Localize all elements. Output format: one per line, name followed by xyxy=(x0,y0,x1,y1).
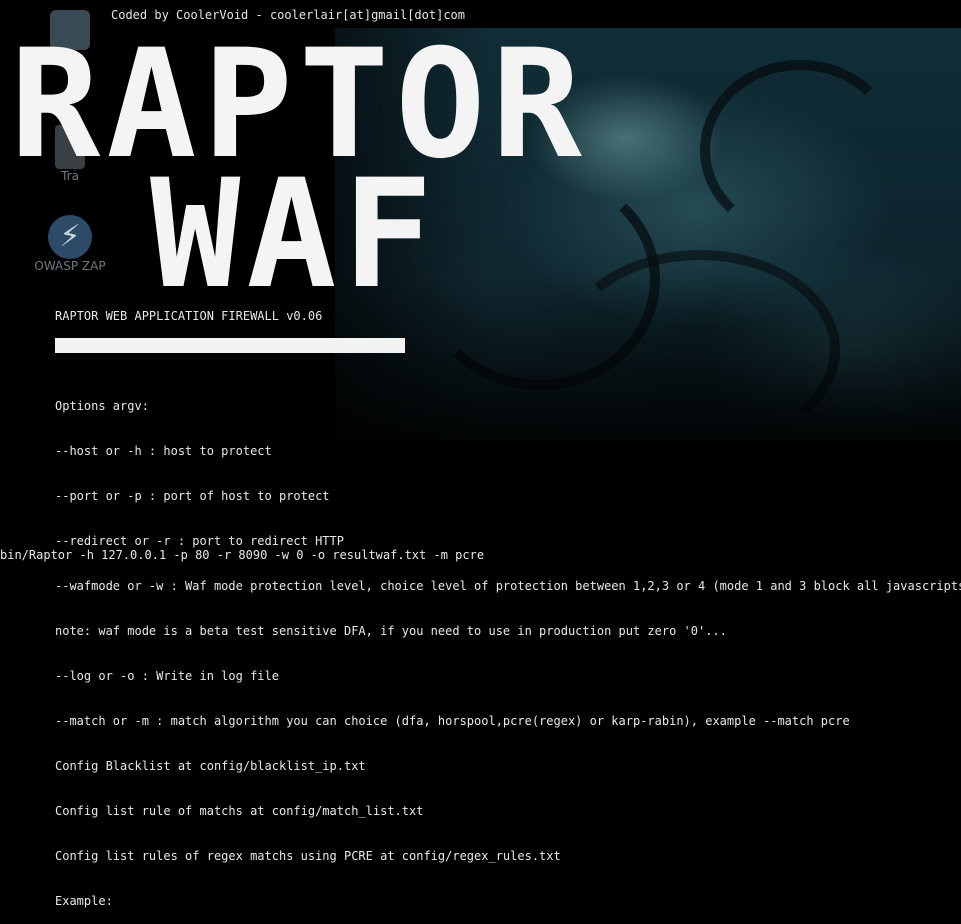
separator-bar xyxy=(55,338,405,353)
terminal-line: --port or -p : port of host to protect xyxy=(55,489,330,503)
terminal-line: --match or -m : match algorithm you can … xyxy=(55,714,850,728)
terminal-line: --redirect or -r : port to redirect HTTP xyxy=(55,534,344,548)
terminal-line: Config Blacklist at config/blacklist_ip.… xyxy=(55,759,366,773)
terminal-line: --host or -h : host to protect xyxy=(55,444,272,458)
terminal-line: note: waf mode is a beta test sensitive … xyxy=(55,624,727,638)
terminal-line: --log or -o : Write in log file xyxy=(55,669,279,683)
owasp-zap-icon: ⚡ xyxy=(48,215,92,259)
terminal-output: Options argv: --host or -h : host to pro… xyxy=(55,369,961,924)
terminal-line: Example: xyxy=(55,894,113,908)
app-subtitle: RAPTOR WEB APPLICATION FIREWALL v0.06 xyxy=(55,309,323,323)
terminal-line: Config list rules of regex matchs using … xyxy=(55,849,561,863)
example-command: bin/Raptor -h 127.0.0.1 -p 80 -r 8090 -w… xyxy=(0,548,485,562)
desktop-icon-label: OWASP ZAP xyxy=(34,259,106,273)
desktop-icon-owasp-zap[interactable]: ⚡ OWASP ZAP xyxy=(30,215,110,273)
terminal-line: --wafmode or -w : Waf mode protection le… xyxy=(55,579,961,593)
ascii-banner-waf: WAF xyxy=(150,148,439,322)
terminal-line: Config list rule of matchs at config/mat… xyxy=(55,804,424,818)
terminal-line: Options argv: xyxy=(55,399,149,413)
